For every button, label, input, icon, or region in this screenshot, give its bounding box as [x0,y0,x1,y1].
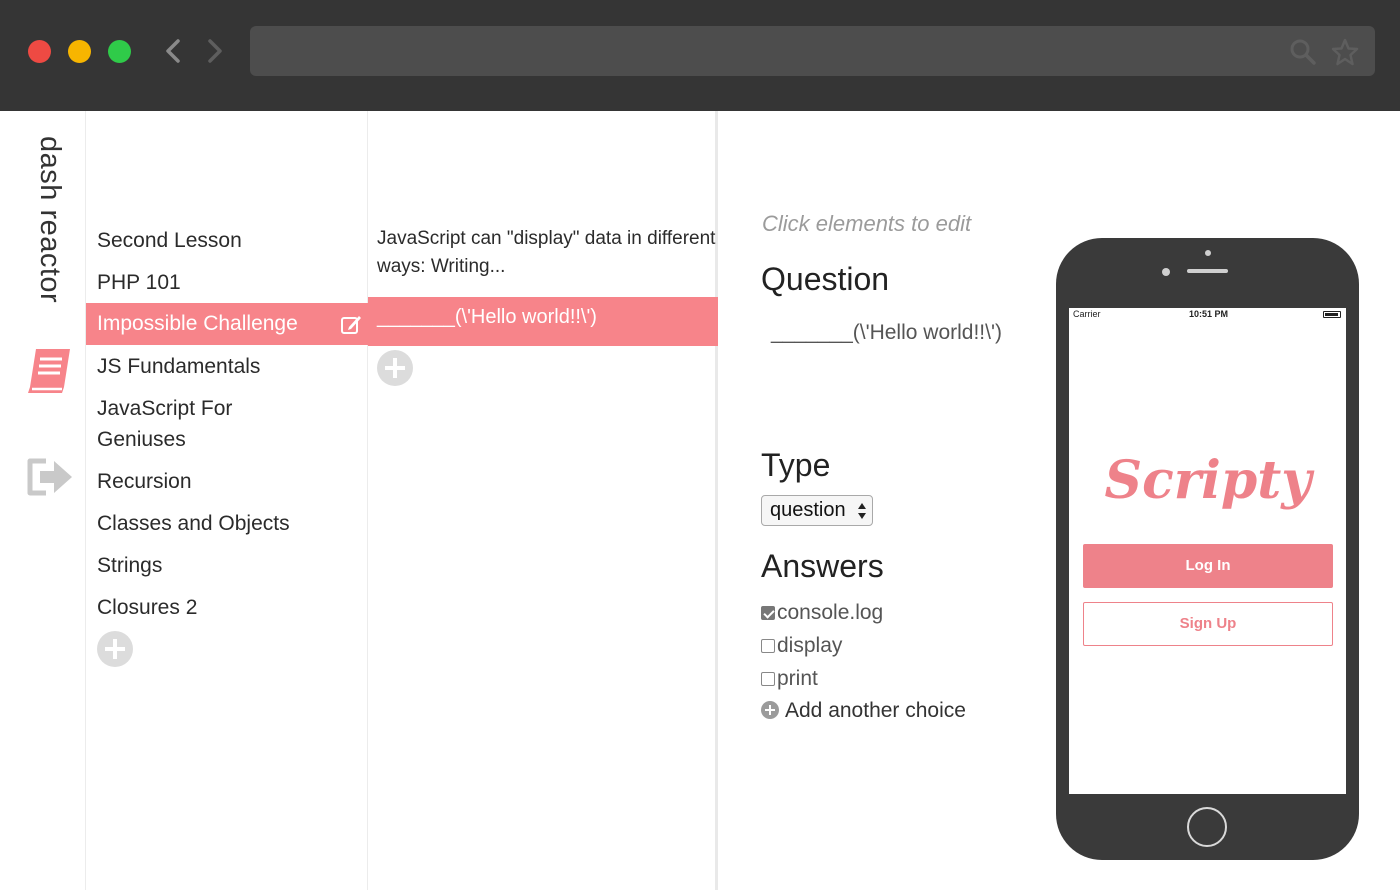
app: dash reactor Second Lesson PHP 101 Impos… [0,111,1400,890]
icon-rail: dash reactor [0,111,86,890]
lesson-item[interactable]: Classes and Objects [86,508,368,539]
lesson-label: JS Fundamentals [97,355,261,378]
lesson-item[interactable]: JavaScript For Geniuses [86,393,286,455]
status-bar: Carrier 10:51 PM [1069,308,1346,322]
login-button[interactable]: Log In [1083,544,1333,588]
question-text[interactable]: _______(\'Hello world!!\') [771,321,1002,345]
lesson-item[interactable]: JS Fundamentals [86,351,368,382]
plus-circle-icon [761,701,779,719]
signup-button[interactable]: Sign Up [1083,602,1333,646]
question-list: JavaScript can "display" data in differe… [368,111,718,890]
phone-preview: Carrier 10:51 PM Scripty Log In Sign Up [1056,238,1359,860]
brand-text: dash reactor [34,136,66,304]
answer-text: display [777,634,843,657]
star-icon[interactable] [1331,38,1359,66]
answer-text: print [777,667,818,690]
back-arrow-icon[interactable] [160,37,188,65]
lesson-label: PHP 101 [97,271,181,294]
lesson-item-active[interactable]: Impossible Challenge [86,303,368,345]
lesson-item[interactable]: Second Lesson [86,225,368,256]
lesson-description: JavaScript can "display" data in differe… [377,228,716,277]
lesson-item[interactable]: Closures 2 [86,592,368,623]
lesson-label: Classes and Objects [97,512,290,535]
select-caret-icon [858,503,866,519]
answer-checkbox[interactable] [761,639,775,653]
minimize-window-button[interactable] [68,40,91,63]
add-question-icon[interactable] [377,350,413,386]
phone-screen: Carrier 10:51 PM Scripty Log In Sign Up [1069,308,1346,794]
answer-choice[interactable]: print [761,667,818,697]
edit-hint: Click elements to edit [762,211,972,236]
lesson-item[interactable]: Recursion [86,466,368,497]
lesson-list: Second Lesson PHP 101 Impossible Challen… [86,111,368,890]
phone-camera [1162,268,1170,276]
answer-text: console.log [777,601,884,624]
carrier-label: Carrier [1073,309,1101,319]
lesson-label: Closures 2 [97,596,198,619]
svg-text:Scripty: Scripty [1105,450,1316,511]
answer-checkbox[interactable] [761,606,775,620]
maximize-window-button[interactable] [108,40,131,63]
lesson-label: Strings [97,554,163,577]
add-choice-button[interactable]: Add another choice [761,699,966,723]
browser-chrome [0,0,1400,111]
answer-choice[interactable]: console.log [761,601,883,631]
edit-icon[interactable] [340,313,362,335]
add-choice-label: Add another choice [785,699,966,722]
close-window-button[interactable] [28,40,51,63]
forward-arrow-icon[interactable] [200,37,228,65]
lesson-label: Recursion [97,470,192,493]
book-icon[interactable] [24,345,76,397]
type-select-value: question [770,499,846,521]
question-heading: Question [761,261,890,297]
url-bar[interactable] [250,26,1375,76]
lesson-item[interactable]: PHP 101 [86,267,368,298]
answers-heading: Answers [761,548,884,584]
answer-choice[interactable]: display [761,634,842,664]
question-item-active[interactable]: _______(\'Hello world!!\') [368,297,718,346]
search-icon[interactable] [1289,38,1317,66]
answer-checkbox[interactable] [761,672,775,686]
logout-icon[interactable] [24,451,76,503]
lesson-label: Second Lesson [97,229,242,252]
add-lesson-icon[interactable] [97,631,133,667]
scripty-logo: Scripty [1105,450,1316,511]
phone-sensor [1205,250,1211,256]
type-select[interactable]: question [761,495,873,526]
lesson-label: Impossible Challenge [97,312,298,335]
status-time: 10:51 PM [1189,309,1229,319]
phone-speaker [1187,269,1228,273]
lesson-item[interactable]: Strings [86,550,368,581]
brand-logo: dash reactor [34,136,66,311]
home-button[interactable] [1187,807,1227,847]
type-heading: Type [761,447,831,483]
battery-icon [1323,311,1341,318]
lesson-label: JavaScript For Geniuses [97,397,233,451]
